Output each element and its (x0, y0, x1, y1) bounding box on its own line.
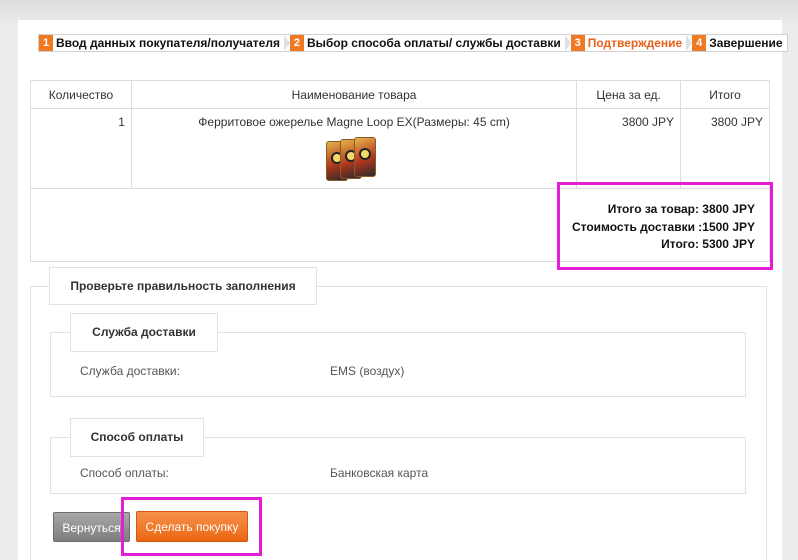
shipping-label: Служба доставки: (80, 364, 180, 378)
step-completion: 4 Завершение (692, 35, 786, 51)
step-number: 1 (39, 35, 53, 51)
order-totals: Итого за товар: 3800 JPY Стоимость доста… (572, 201, 755, 254)
step-confirmation: 3 Подтверждение (570, 35, 693, 51)
column-header-total: Итого (680, 80, 770, 109)
table-row: 1 Ферритовое ожерелье Magne Loop EX(Разм… (30, 108, 770, 189)
order-table: Количество Наименование товара Цена за е… (30, 80, 770, 262)
cell-quantity: 1 (30, 108, 132, 189)
payment-value: Банковская карта (330, 466, 429, 480)
summary-row: Итого за товар: 3800 JPY Стоимость доста… (30, 188, 770, 262)
step-number: 2 (289, 35, 304, 51)
table-header-row: Количество Наименование товара Цена за е… (30, 80, 770, 109)
step-payment-delivery: 2 Выбор способа оплаты/ службы доставки (289, 35, 571, 51)
step-label: Ввод данных покупателя/получателя (56, 36, 280, 50)
column-header-product: Наименование товара (130, 80, 578, 109)
step-label: Подтверждение (587, 36, 683, 50)
column-header-price: Цена за ед. (576, 80, 682, 109)
step-label: Завершение (709, 36, 783, 50)
package-icon (354, 137, 377, 177)
step-label: Выбор способа оплаты/ службы доставки (306, 36, 561, 50)
step-number: 4 (692, 35, 707, 51)
shipping-value: EMS (воздух) (330, 364, 405, 378)
step-buyer-data: 1 Ввод данных покупателя/получателя (39, 35, 290, 51)
column-header-quantity: Количество (30, 80, 132, 109)
goods-total: Итого за товар: 3800 JPY (607, 202, 755, 216)
shipping-cost: Стоимость доставки :1500 JPY (571, 219, 755, 234)
checkout-steps: 1 Ввод данных покупателя/получателя 2 Вы… (38, 34, 788, 52)
cell-unit-price: 3800 JPY (576, 108, 682, 189)
payment-section-title: Способ оплаты (70, 418, 204, 457)
grand-total: Итого: 5300 JPY (661, 237, 755, 251)
cell-line-total: 3800 JPY (680, 108, 770, 189)
summary-cell: Итого за товар: 3800 JPY Стоимость доста… (30, 188, 770, 262)
purchase-button[interactable]: Сделать покупку (136, 511, 248, 542)
payment-label: Способ оплаты: (80, 466, 169, 480)
step-number: 3 (570, 35, 585, 51)
confirmation-title: Проверьте правильность заполнения (49, 267, 317, 305)
back-button[interactable]: Вернуться (53, 512, 130, 542)
cell-product: Ферритовое ожерелье Magne Loop EX(Размер… (130, 108, 578, 189)
product-name-link[interactable]: Ферритовое ожерелье Magne Loop EX(Размер… (198, 115, 510, 129)
shipping-section-title: Служба доставки (70, 313, 218, 352)
product-image[interactable] (326, 137, 382, 181)
